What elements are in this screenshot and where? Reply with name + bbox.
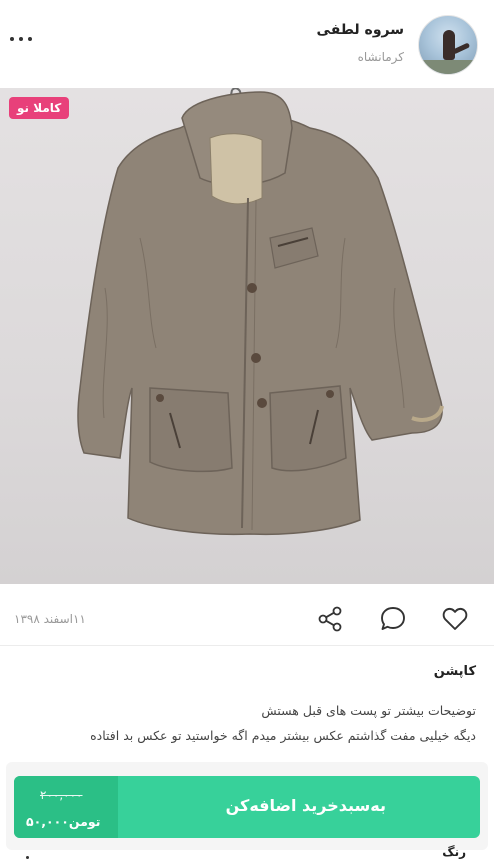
user-city: کرمانشاه bbox=[357, 50, 404, 64]
more-dot bbox=[19, 37, 23, 41]
more-dot bbox=[28, 37, 32, 41]
product-photo[interactable]: کاملا نو bbox=[0, 88, 494, 584]
bullet-dot bbox=[26, 856, 29, 859]
more-dot bbox=[10, 37, 14, 41]
user-name[interactable]: سروه لطفی bbox=[317, 22, 404, 38]
avatar-figure bbox=[443, 30, 455, 60]
add-to-cart-label: به‌سبدخرید اضافه‌کن bbox=[225, 796, 386, 815]
new-price: تومن۵۰,۰۰۰ bbox=[26, 814, 100, 829]
jacket-illustration bbox=[77, 88, 444, 536]
cart-section: ۲۰۰,۰۰۰ تومن۵۰,۰۰۰ به‌سبدخرید اضافه‌کن bbox=[6, 762, 488, 850]
avatar-ground bbox=[419, 60, 477, 74]
post-actions: ۱۱اسفند ۱۳۹۸ bbox=[0, 592, 494, 642]
color-option-label: رنگ bbox=[442, 845, 466, 859]
comment-icon[interactable] bbox=[378, 604, 408, 634]
price-currency: تومن bbox=[68, 814, 101, 829]
price-value: ۵۰,۰۰۰ bbox=[26, 814, 69, 829]
heart-icon[interactable] bbox=[440, 604, 470, 634]
more-dots-icon[interactable] bbox=[10, 34, 32, 44]
share-icon[interactable] bbox=[316, 604, 346, 634]
post-title: کاپشن bbox=[433, 664, 476, 679]
post-header: سروه لطفی کرمانشاه bbox=[0, 0, 494, 88]
description-line: دیگه خیلیی مفت گذاشتم عکس بیشتر میدم اگه… bbox=[90, 728, 476, 743]
section-divider bbox=[0, 645, 494, 646]
price-box: ۲۰۰,۰۰۰ تومن۵۰,۰۰۰ bbox=[14, 776, 118, 838]
old-price: ۲۰۰,۰۰۰ bbox=[40, 788, 83, 802]
post-date: ۱۱اسفند ۱۳۹۸ bbox=[14, 612, 86, 626]
post-description: توضیحات بیشتر تو پست های قبل هستش دیگه خ… bbox=[16, 698, 476, 748]
condition-badge: کاملا نو bbox=[9, 97, 70, 119]
add-to-cart-button[interactable]: ۲۰۰,۰۰۰ تومن۵۰,۰۰۰ به‌سبدخرید اضافه‌کن bbox=[14, 776, 480, 838]
description-line: توضیحات بیشتر تو پست های قبل هستش bbox=[261, 703, 476, 718]
user-avatar[interactable] bbox=[418, 15, 478, 75]
